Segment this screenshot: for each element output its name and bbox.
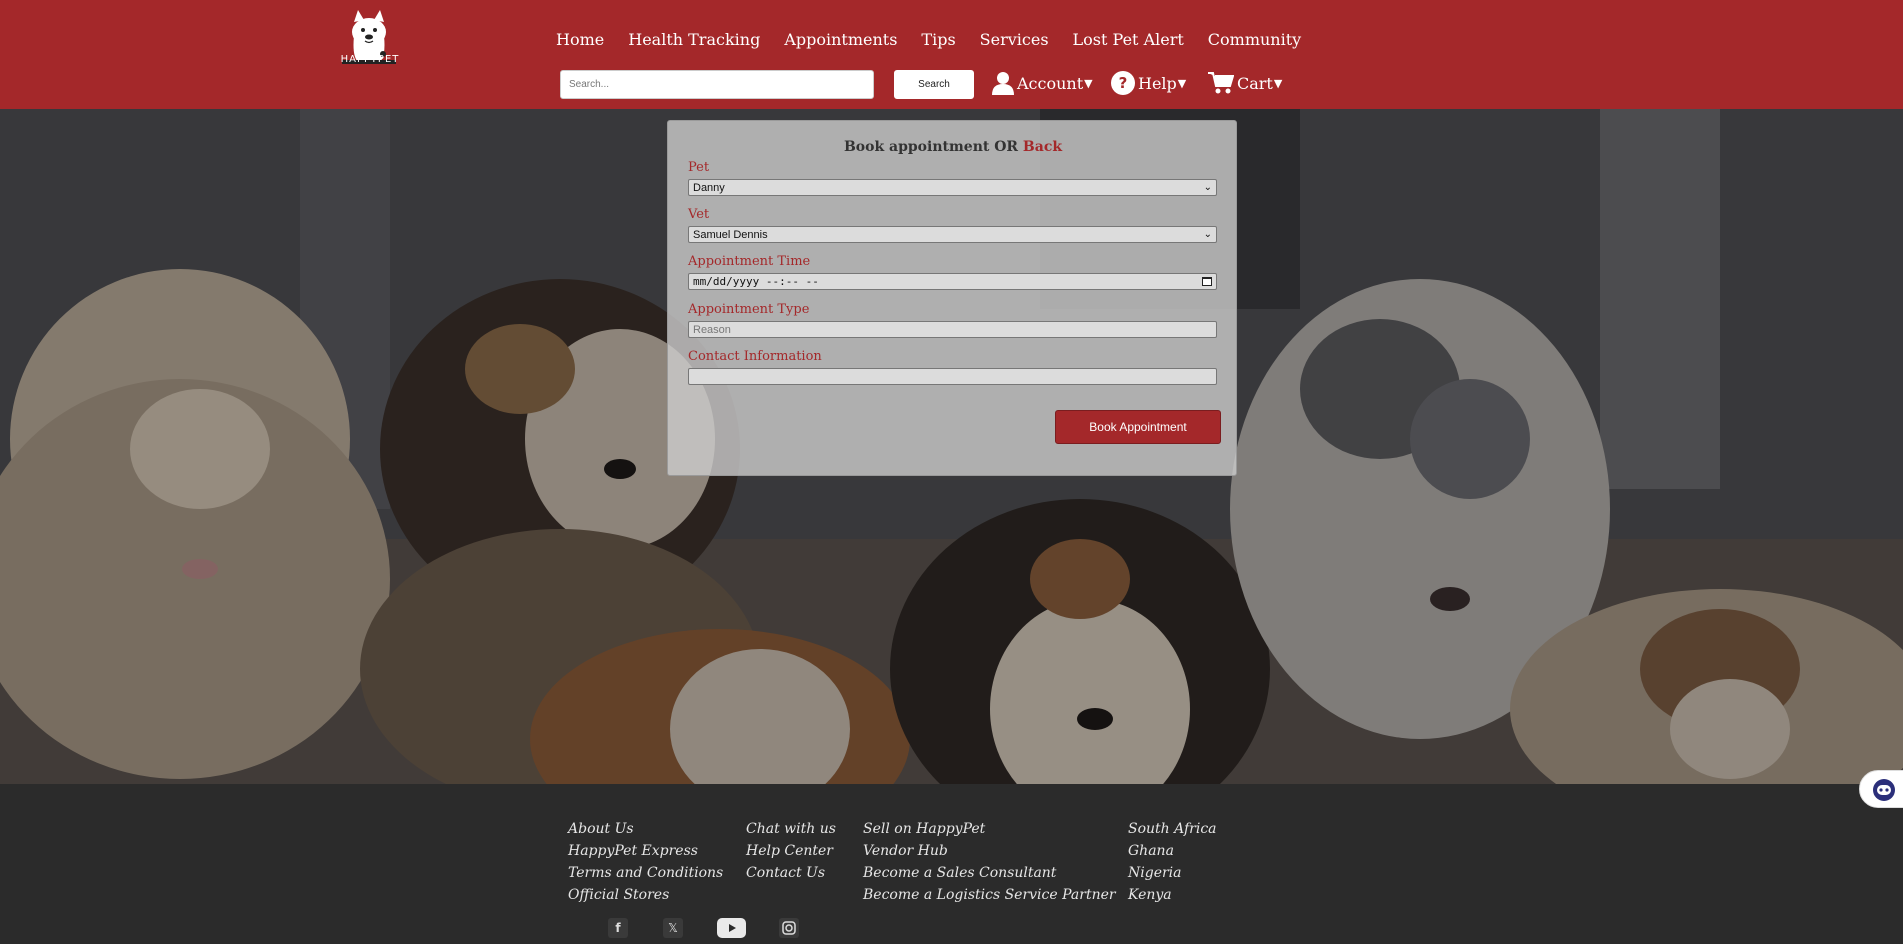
account-label: Account <box>1017 73 1084 93</box>
nav-home[interactable]: Home <box>556 30 604 49</box>
cart-label: Cart <box>1237 73 1273 93</box>
calendar-icon[interactable] <box>1202 277 1212 286</box>
chevron-down-icon: ▼ <box>1273 76 1283 90</box>
footer-link-nigeria[interactable]: Nigeria <box>1128 862 1217 884</box>
pet-select[interactable]: Danny ⌄ <box>688 179 1217 196</box>
play-icon <box>728 924 736 932</box>
contact-information-label: Contact Information <box>688 349 822 364</box>
book-appointment-button[interactable]: Book Appointment <box>1055 410 1221 444</box>
help-icon: ? <box>1111 71 1135 95</box>
nav-community[interactable]: Community <box>1208 30 1301 49</box>
footer-link-terms[interactable]: Terms and Conditions <box>568 862 723 884</box>
footer-link-south-africa[interactable]: South Africa <box>1128 818 1217 840</box>
nav-appointments[interactable]: Appointments <box>784 30 897 49</box>
pet-label: Pet <box>688 160 710 175</box>
facebook-icon[interactable]: f <box>608 918 628 938</box>
chatbot-icon <box>1873 779 1895 801</box>
footer-link-kenya[interactable]: Kenya <box>1128 884 1217 906</box>
search-input[interactable] <box>560 70 874 99</box>
form-title-text: Book appointment OR <box>843 139 1023 155</box>
chat-widget-button[interactable] <box>1859 770 1903 808</box>
help-label: Help <box>1138 73 1177 93</box>
vet-select-value: Samuel Dennis <box>693 228 768 241</box>
x-icon[interactable]: 𝕏 <box>663 918 683 938</box>
cart-icon <box>1208 72 1234 94</box>
footer-link-about-us[interactable]: About Us <box>568 818 723 840</box>
nav-health-tracking[interactable]: Health Tracking <box>628 30 760 49</box>
appointment-type-placeholder: Reason <box>693 323 731 336</box>
footer-link-logistics-partner[interactable]: Become a Logistics Service Partner <box>863 884 1116 906</box>
chevron-down-icon: ⌄ <box>1203 182 1212 193</box>
footer-link-help-center[interactable]: Help Center <box>746 840 836 862</box>
chevron-down-icon: ▼ <box>1084 76 1093 90</box>
nav-tips[interactable]: Tips <box>921 30 955 49</box>
instagram-icon[interactable] <box>779 918 799 938</box>
footer-col-countries: South Africa Ghana Nigeria Kenya <box>1128 818 1217 906</box>
camera-icon <box>782 921 796 935</box>
footer-link-vendor-hub[interactable]: Vendor Hub <box>863 840 1116 862</box>
footer-link-sell[interactable]: Sell on HappyPet <box>863 818 1116 840</box>
vet-select[interactable]: Samuel Dennis ⌄ <box>688 226 1217 243</box>
footer-link-official-stores[interactable]: Official Stores <box>568 884 723 906</box>
search-button[interactable]: Search <box>894 70 974 99</box>
appointment-time-label: Appointment Time <box>688 254 811 269</box>
footer-col-support: Chat with us Help Center Contact Us <box>746 818 836 884</box>
chevron-down-icon: ⌄ <box>1203 229 1212 240</box>
appointment-time-input[interactable]: mm/dd/yyyy --:-- -- <box>688 273 1217 290</box>
appointment-type-input[interactable]: Reason <box>688 321 1217 338</box>
appointment-time-placeholder: mm/dd/yyyy --:-- -- <box>693 275 819 288</box>
youtube-icon[interactable] <box>717 918 746 938</box>
svg-text:?: ? <box>1119 74 1128 92</box>
cart-menu[interactable]: Cart ▼ <box>1208 71 1282 95</box>
footer-col-company: About Us HappyPet Express Terms and Cond… <box>568 818 723 906</box>
footer-col-partners: Sell on HappyPet Vendor Hub Become a Sal… <box>863 818 1116 906</box>
site-footer: About Us HappyPet Express Terms and Cond… <box>0 784 1903 944</box>
help-menu[interactable]: ? Help ▼ <box>1111 71 1186 95</box>
footer-link-chat[interactable]: Chat with us <box>746 818 836 840</box>
user-icon <box>992 72 1014 95</box>
pet-select-value: Danny <box>693 181 725 194</box>
logo-text: HAPPYPET <box>340 54 400 65</box>
footer-link-sales-consultant[interactable]: Become a Sales Consultant <box>863 862 1116 884</box>
contact-information-input[interactable] <box>688 368 1217 385</box>
booking-form-card: Book appointment OR Back Pet Danny ⌄ Vet… <box>667 120 1237 476</box>
site-header: HAPPYPET Home Health Tracking Appointmen… <box>0 0 1903 109</box>
footer-link-happypet-express[interactable]: HappyPet Express <box>568 840 723 862</box>
back-link[interactable]: Back <box>1023 139 1062 155</box>
nav-services[interactable]: Services <box>980 30 1049 49</box>
account-menu[interactable]: Account ▼ <box>992 71 1093 95</box>
main-nav: Home Health Tracking Appointments Tips S… <box>556 30 1325 49</box>
nav-lost-pet-alert[interactable]: Lost Pet Alert <box>1073 30 1184 49</box>
footer-link-contact-us[interactable]: Contact Us <box>746 862 836 884</box>
chevron-down-icon: ▼ <box>1177 76 1187 90</box>
footer-link-ghana[interactable]: Ghana <box>1128 840 1217 862</box>
form-title: Book appointment OR Back <box>668 139 1238 155</box>
appointment-type-label: Appointment Type <box>688 302 810 317</box>
vet-label: Vet <box>688 207 710 222</box>
